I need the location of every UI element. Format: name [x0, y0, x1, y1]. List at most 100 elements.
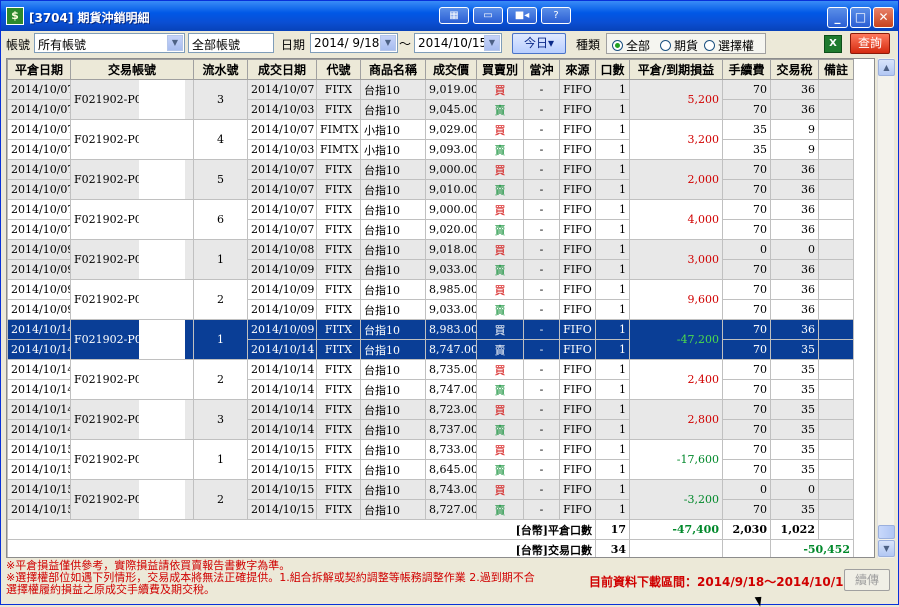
excel-icon[interactable]: X — [824, 35, 842, 53]
table-row[interactable]: 2014/10/15 F021902-P02- 1 2014/10/15 FITX 台指1… — [7, 439, 854, 480]
tax-cell: 36 — [770, 199, 819, 220]
symbol-cell: FITX — [316, 399, 361, 420]
today-button[interactable]: 今日▾ — [512, 33, 566, 54]
table-row[interactable]: 2014/10/07 F021902-P02- 6 2014/10/07 FITX 台指1… — [7, 199, 854, 240]
source-cell: FIFO — [559, 179, 596, 200]
chevron-down-icon[interactable]: ▼ — [380, 35, 396, 51]
window-icon[interactable]: ▭ — [473, 7, 503, 24]
chevron-down-icon[interactable]: ▼ — [484, 35, 500, 51]
trade-date-cell: 2014/10/03 — [247, 139, 317, 160]
column-header[interactable]: 流水號 — [193, 59, 248, 80]
column-header[interactable]: 口數 — [595, 59, 630, 80]
tax-cell: 35 — [770, 439, 819, 460]
date-from-value: 2014/ 9/18 — [314, 36, 380, 50]
trade-date-cell: 2014/10/09 — [247, 299, 317, 320]
seq-cell: 5 — [193, 159, 248, 200]
symbol-cell: FITX — [316, 159, 361, 180]
column-header[interactable]: 平倉日期 — [7, 59, 71, 80]
date-label: 日期 — [281, 38, 306, 52]
column-header[interactable]: 商品名稱 — [360, 59, 426, 80]
fee-cell: 70 — [722, 379, 771, 400]
table-row[interactable]: 2014/10/09 F021902-P02- 1 2014/10/08 FITX 台指1… — [7, 239, 854, 280]
price-cell: 9,000.00 — [425, 159, 477, 180]
account-cell: F021902-P02- — [70, 199, 194, 240]
redaction-mask — [139, 120, 185, 159]
product-name-cell: 台指10 — [360, 219, 426, 240]
lots-cell: 1 — [595, 119, 630, 140]
product-name-cell: 台指10 — [360, 239, 426, 260]
side-cell: 買 — [476, 359, 524, 380]
symbol-cell: FIMTX — [316, 139, 361, 160]
fee-cell: 35 — [722, 139, 771, 160]
table-row[interactable]: 2014/10/15 F021902-P02- 2 2014/10/15 FITX 台指1… — [7, 479, 854, 520]
price-cell: 8,723.00 — [425, 399, 477, 420]
tax-cell: 36 — [770, 259, 819, 280]
column-header[interactable]: 手續費 — [722, 59, 771, 80]
close-date-cell: 2014/10/14 — [7, 399, 71, 420]
symbol-cell: FITX — [316, 379, 361, 400]
symbol-cell: FITX — [316, 319, 361, 340]
table-row[interactable]: 2014/10/07 F021902-P02- 4 2014/10/07 FIMTX 小指… — [7, 119, 854, 160]
product-name-cell: 台指10 — [360, 159, 426, 180]
note-cell — [818, 339, 854, 360]
table-row[interactable]: 2014/10/14 F021902-P02- 3 2014/10/14 FITX 台指1… — [7, 399, 854, 440]
source-cell: FIFO — [559, 119, 596, 140]
radio-options[interactable]: 選擇權 — [704, 37, 754, 54]
column-header[interactable]: 代號 — [316, 59, 361, 80]
radio-all[interactable]: 全部 — [612, 37, 650, 54]
table-row[interactable]: 2014/10/14 F021902-P02- 1 2014/10/09 FITX 台指1… — [7, 319, 854, 360]
scroll-thumb[interactable] — [878, 525, 895, 539]
table-row[interactable]: 2014/10/07 F021902-P02- 3 2014/10/07 FITX 台指1… — [7, 79, 854, 120]
app-logo-icon[interactable]: $ — [6, 7, 24, 25]
scroll-up-icon[interactable]: ▲ — [878, 59, 895, 76]
scroll-down-icon[interactable]: ▼ — [878, 540, 895, 557]
close-date-cell: 2014/10/09 — [7, 239, 71, 260]
table-row[interactable]: 2014/10/09 F021902-P02- 2 2014/10/09 FITX 台指1… — [7, 279, 854, 320]
column-header[interactable]: 平倉/到期損益 — [629, 59, 723, 80]
layout-icon[interactable]: ▦ — [439, 7, 469, 24]
column-header[interactable]: 來源 — [559, 59, 596, 80]
column-header[interactable]: 當沖 — [523, 59, 560, 80]
side-cell: 賣 — [476, 99, 524, 120]
day-trade-cell: - — [523, 99, 560, 120]
lots-cell: 1 — [595, 259, 630, 280]
side-cell: 買 — [476, 79, 524, 100]
radio-all-label: 全部 — [626, 39, 651, 53]
source-cell: FIFO — [559, 199, 596, 220]
vertical-scrollbar[interactable]: ▲ ▼ — [877, 58, 895, 558]
column-header[interactable]: 買賣別 — [476, 59, 524, 80]
source-cell: FIFO — [559, 319, 596, 340]
product-name-cell: 台指10 — [360, 399, 426, 420]
column-header[interactable]: 成交價 — [425, 59, 477, 80]
chevron-down-icon[interactable]: ▼ — [167, 35, 183, 51]
fee-cell: 70 — [722, 459, 771, 480]
close-date-cell: 2014/10/07 — [7, 159, 71, 180]
account-name-field[interactable]: 全部帳號 — [188, 33, 274, 53]
minimize-button[interactable]: _ — [827, 7, 848, 28]
seq-cell: 3 — [193, 79, 248, 120]
radio-futures[interactable]: 期貨 — [660, 37, 698, 54]
lots-cell: 1 — [595, 279, 630, 300]
column-header[interactable]: 備註 — [818, 59, 854, 80]
help-icon[interactable]: ? — [541, 7, 571, 24]
close-button[interactable]: ✕ — [873, 7, 894, 28]
date-from-picker[interactable]: 2014/ 9/18 ▼ — [310, 33, 398, 53]
note-cell — [818, 419, 854, 440]
lots-cell: 1 — [595, 319, 630, 340]
account-label: 帳號 — [6, 38, 31, 52]
trade-date-cell: 2014/10/08 — [247, 239, 317, 260]
tax-cell: 36 — [770, 179, 819, 200]
continue-button[interactable]: 續傳 — [844, 569, 890, 591]
account-select[interactable]: 所有帳號 ▼ — [34, 33, 185, 53]
table-row[interactable]: 2014/10/14 F021902-P02- 2 2014/10/14 FITX 台指1… — [7, 359, 854, 400]
lots-cell: 1 — [595, 379, 630, 400]
column-header[interactable]: 成交日期 — [247, 59, 317, 80]
redaction-mask — [139, 240, 185, 279]
date-to-picker[interactable]: 2014/10/15 ▼ — [414, 33, 502, 53]
maximize-button[interactable]: □ — [850, 7, 871, 28]
query-button[interactable]: 查詢 — [850, 33, 890, 54]
column-header[interactable]: 交易帳號 — [70, 59, 194, 80]
video-icon[interactable]: ■◂ — [507, 7, 537, 24]
column-header[interactable]: 交易稅 — [770, 59, 819, 80]
table-row[interactable]: 2014/10/07 F021902-P02- 5 2014/10/07 FITX 台指1… — [7, 159, 854, 200]
